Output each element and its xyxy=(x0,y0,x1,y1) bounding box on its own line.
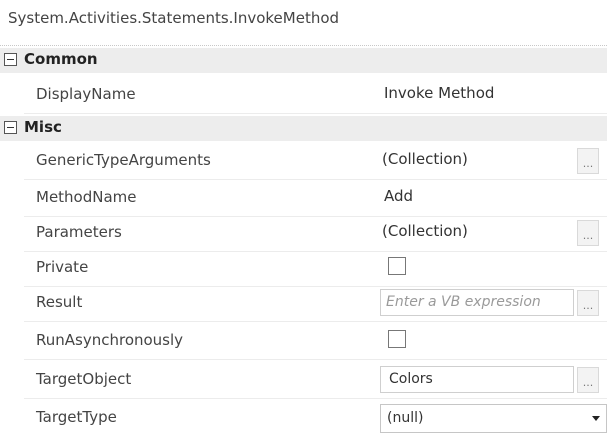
collapse-icon[interactable] xyxy=(4,53,17,66)
category-misc[interactable]: Misc xyxy=(0,116,607,141)
property-name: Result xyxy=(36,293,83,311)
targettype-dropdown[interactable]: (null) xyxy=(380,404,607,433)
property-name: MethodName xyxy=(36,188,137,206)
property-name: RunAsynchronously xyxy=(36,331,184,349)
category-label: Common xyxy=(24,50,98,68)
property-row-private[interactable]: Private xyxy=(24,250,607,287)
property-row-generictypearguments[interactable]: GenericTypeArguments (Collection) ... xyxy=(24,143,607,180)
property-row-runasynchronously[interactable]: RunAsynchronously xyxy=(24,323,607,360)
ellipsis-button[interactable]: ... xyxy=(577,290,599,316)
property-name: Parameters xyxy=(36,223,122,241)
property-name: DisplayName xyxy=(36,85,136,103)
category-label: Misc xyxy=(24,118,62,136)
property-name: GenericTypeArguments xyxy=(36,151,211,169)
property-name: TargetType xyxy=(36,408,117,426)
methodname-value[interactable]: Add xyxy=(384,187,413,205)
generictypearguments-value: (Collection) xyxy=(382,150,468,168)
result-expression-input[interactable]: Enter a VB expression xyxy=(380,289,574,316)
property-name: TargetObject xyxy=(36,370,132,388)
displayname-value[interactable]: Invoke Method xyxy=(384,84,494,102)
targetobject-input[interactable]: Colors xyxy=(380,366,574,393)
private-checkbox[interactable] xyxy=(388,257,406,275)
dropdown-arrow-icon[interactable] xyxy=(592,416,600,421)
property-row-methodname[interactable]: MethodName Add xyxy=(24,180,607,217)
ellipsis-button[interactable]: ... xyxy=(577,367,599,393)
collapse-icon[interactable] xyxy=(4,121,17,134)
property-name: Private xyxy=(36,258,89,276)
property-row-targettype[interactable]: TargetType (null) xyxy=(24,400,607,436)
property-row-displayname[interactable]: DisplayName Invoke Method xyxy=(24,77,607,114)
parameters-value: (Collection) xyxy=(382,222,468,240)
property-grid-title: System.Activities.Statements.InvokeMetho… xyxy=(0,0,607,46)
property-row-targetobject[interactable]: TargetObject Colors ... xyxy=(24,362,607,399)
targettype-value: (null) xyxy=(387,410,424,426)
category-common[interactable]: Common xyxy=(0,48,607,73)
ellipsis-button[interactable]: ... xyxy=(577,148,599,174)
property-row-result[interactable]: Result Enter a VB expression ... xyxy=(24,285,607,322)
runasynchronously-checkbox[interactable] xyxy=(388,330,406,348)
property-row-parameters[interactable]: Parameters (Collection) ... xyxy=(24,215,607,252)
ellipsis-button[interactable]: ... xyxy=(577,220,599,246)
